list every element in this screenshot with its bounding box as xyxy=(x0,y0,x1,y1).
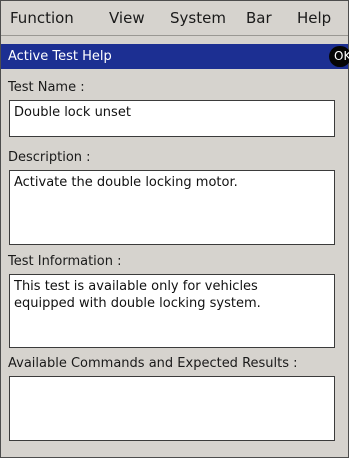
menu-help[interactable]: Help xyxy=(297,1,331,35)
test-information-label: Test Information : xyxy=(8,254,122,269)
menu-view[interactable]: View xyxy=(109,1,145,35)
menu-bar[interactable]: Bar xyxy=(246,1,272,35)
commands-field[interactable] xyxy=(9,376,335,441)
menu-bar: Function View System Bar Help xyxy=(1,1,348,36)
description-label: Description : xyxy=(8,150,91,165)
dialog-title: Active Test Help xyxy=(8,49,112,64)
test-name-field[interactable]: Double lock unset xyxy=(9,100,335,137)
menu-function[interactable]: Function xyxy=(10,1,74,35)
dialog-title-bar: Active Test Help OK xyxy=(1,44,349,69)
test-information-field[interactable]: This test is available only for vehicles… xyxy=(9,274,335,348)
active-test-help-window: Function View System Bar Help Active Tes… xyxy=(0,0,349,458)
ok-button[interactable]: OK xyxy=(329,46,349,67)
commands-label: Available Commands and Expected Results … xyxy=(8,356,298,371)
test-name-label: Test Name : xyxy=(8,80,85,95)
menu-system[interactable]: System xyxy=(170,1,226,35)
description-field[interactable]: Activate the double locking motor. xyxy=(9,170,335,245)
